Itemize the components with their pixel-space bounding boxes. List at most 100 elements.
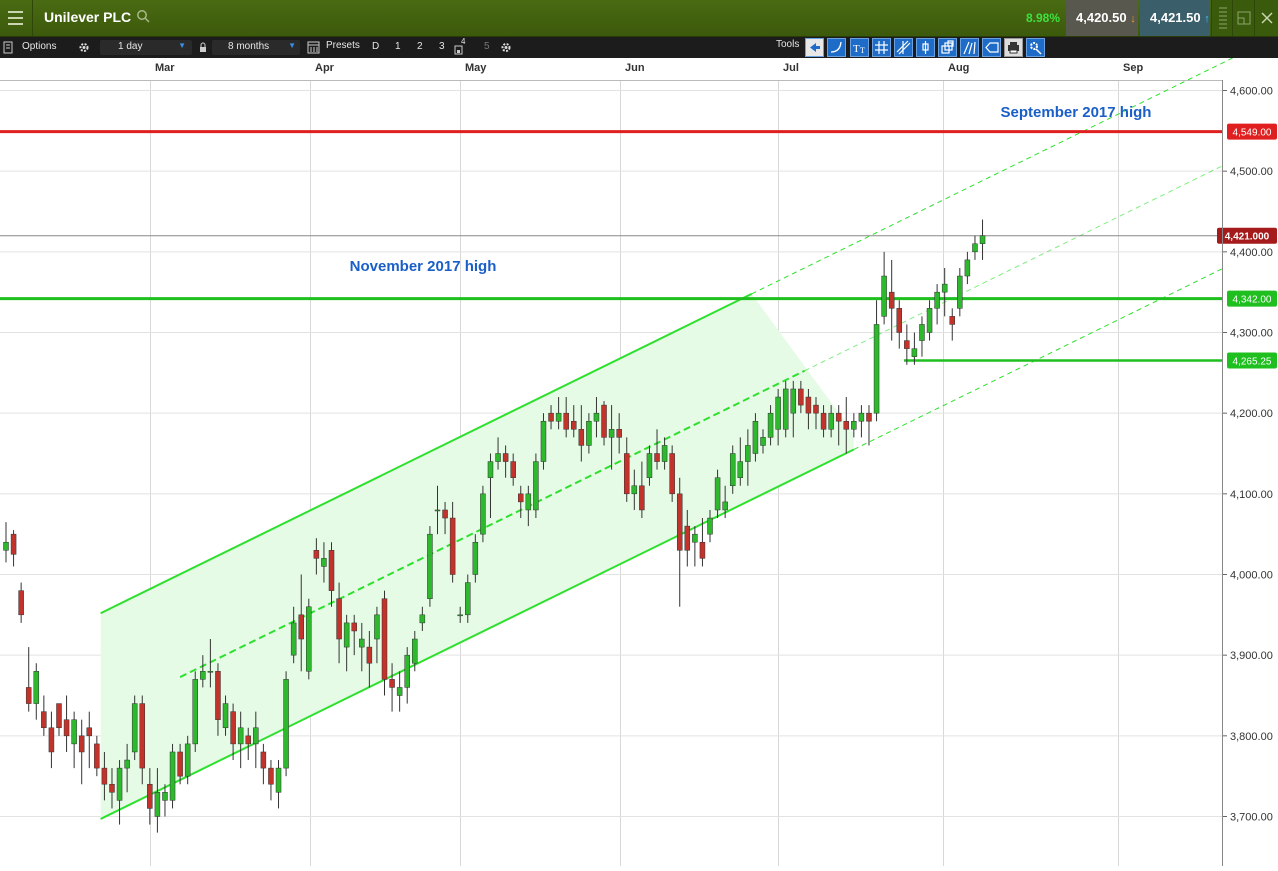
bearish-candle[interactable] [336,598,342,640]
pointer-tool-button[interactable] [805,38,824,57]
fork-tool-button[interactable] [960,38,979,57]
bullish-candle[interactable] [941,283,948,293]
text-tool-button[interactable]: TT [850,38,869,57]
bullish-candle[interactable] [495,453,501,462]
price-chart-svg[interactable]: Mar Apr May Jun Jul Aug Sep 4,549.00 4,342.00 4,… [0,46,1278,866]
bearish-candle[interactable] [904,340,910,349]
bullish-candle[interactable] [192,679,198,745]
bearish-candle[interactable] [86,727,93,737]
bullish-candle[interactable] [714,477,721,511]
bearish-candle[interactable] [139,703,146,769]
bullish-candle[interactable] [964,259,971,277]
bullish-candle[interactable] [207,671,214,673]
bullish-candle[interactable] [359,638,365,648]
search-icon[interactable] [136,9,150,23]
bearish-candle[interactable] [41,711,47,729]
bullish-candle[interactable] [124,759,130,769]
bearish-candle[interactable] [260,751,267,769]
bearish-candle[interactable] [245,735,251,745]
measure-tool-button[interactable] [916,38,935,57]
bullish-candle[interactable] [533,461,539,511]
bearish-candle[interactable] [381,598,388,680]
bullish-candle[interactable] [646,453,653,478]
bullish-candle[interactable] [760,437,766,446]
bearish-candle[interactable] [639,485,645,511]
bearish-candle[interactable] [798,388,804,406]
drawing-settings-button[interactable] [1026,38,1045,57]
label-tool-button[interactable] [982,38,1001,57]
bullish-candle[interactable] [858,412,865,422]
bullish-candle[interactable] [33,671,40,704]
bullish-candle[interactable] [972,243,978,253]
bearish-candle[interactable] [366,646,373,664]
bullish-candle[interactable] [321,558,327,567]
pop-out-icon[interactable] [1232,0,1255,36]
bullish-candle[interactable] [934,291,940,309]
bullish-candle[interactable] [412,638,418,664]
bullish-candle[interactable] [790,388,797,414]
bearish-candle[interactable] [510,461,516,478]
bullish-candle[interactable] [707,517,713,535]
bullish-candle[interactable] [253,727,259,745]
bullish-candle[interactable] [237,727,244,745]
preset-d[interactable]: D [372,41,379,52]
bullish-candle[interactable] [404,654,410,688]
bullish-candle[interactable] [472,541,479,575]
bearish-candle[interactable] [676,493,683,551]
bullish-candle[interactable] [873,324,880,414]
bullish-candle[interactable] [200,671,206,680]
bullish-candle[interactable] [926,308,933,333]
bearish-candle[interactable] [63,719,70,737]
bullish-candle[interactable] [767,412,774,438]
bullish-candle[interactable] [396,687,403,696]
bearish-candle[interactable] [820,412,827,430]
bullish-candle[interactable] [782,388,789,430]
calendar-icon[interactable] [307,37,320,58]
bearish-candle[interactable] [449,517,456,575]
lock-icon[interactable] [198,37,208,58]
bearish-candle[interactable] [298,614,304,640]
bullish-candle[interactable] [540,420,547,462]
range-select[interactable]: 8 months ▼ [212,40,300,55]
options-menu[interactable]: Options [22,41,56,52]
bearish-candle[interactable] [215,671,221,720]
bearish-candle[interactable] [843,420,850,430]
bullish-candle[interactable] [487,461,494,478]
close-icon[interactable] [1254,0,1278,36]
bearish-candle[interactable] [813,404,819,414]
bullish-candle[interactable] [729,453,736,487]
bearish-candle[interactable] [949,316,955,325]
bullish-candle[interactable] [465,582,471,616]
channel-tool-button[interactable] [894,38,913,57]
bullish-candle[interactable] [343,622,350,648]
bearish-candle[interactable] [328,550,335,591]
bullish-candle[interactable] [275,767,282,793]
bullish-candle[interactable] [3,541,9,551]
gear-icon[interactable] [500,37,512,58]
bearish-candle[interactable] [389,679,395,688]
bearish-candle[interactable] [518,493,524,503]
bullish-candle[interactable] [290,622,297,656]
bearish-candle[interactable] [548,412,554,422]
bullish-candle[interactable] [661,445,668,462]
bearish-candle[interactable] [571,420,577,430]
bearish-candle[interactable] [888,291,895,309]
bullish-candle[interactable] [434,509,441,512]
bullish-candle[interactable] [919,324,925,341]
bullish-candle[interactable] [752,420,759,454]
bearish-candle[interactable] [896,308,903,333]
bearish-candle[interactable] [835,412,842,422]
bullish-candle[interactable] [722,501,728,511]
bullish-candle[interactable] [154,792,161,817]
drag-handle-icon[interactable] [1211,0,1234,36]
bullish-candle[interactable] [555,412,562,422]
preset-1[interactable]: 1 [395,41,401,52]
bullish-candle[interactable] [745,445,751,462]
bullish-candle[interactable] [184,743,191,777]
bearish-candle[interactable] [654,453,660,462]
bearish-candle[interactable] [230,711,236,745]
bearish-candle[interactable] [78,735,85,753]
bullish-candle[interactable] [979,235,986,245]
bullish-candle[interactable] [775,396,781,430]
bearish-candle[interactable] [805,396,812,414]
